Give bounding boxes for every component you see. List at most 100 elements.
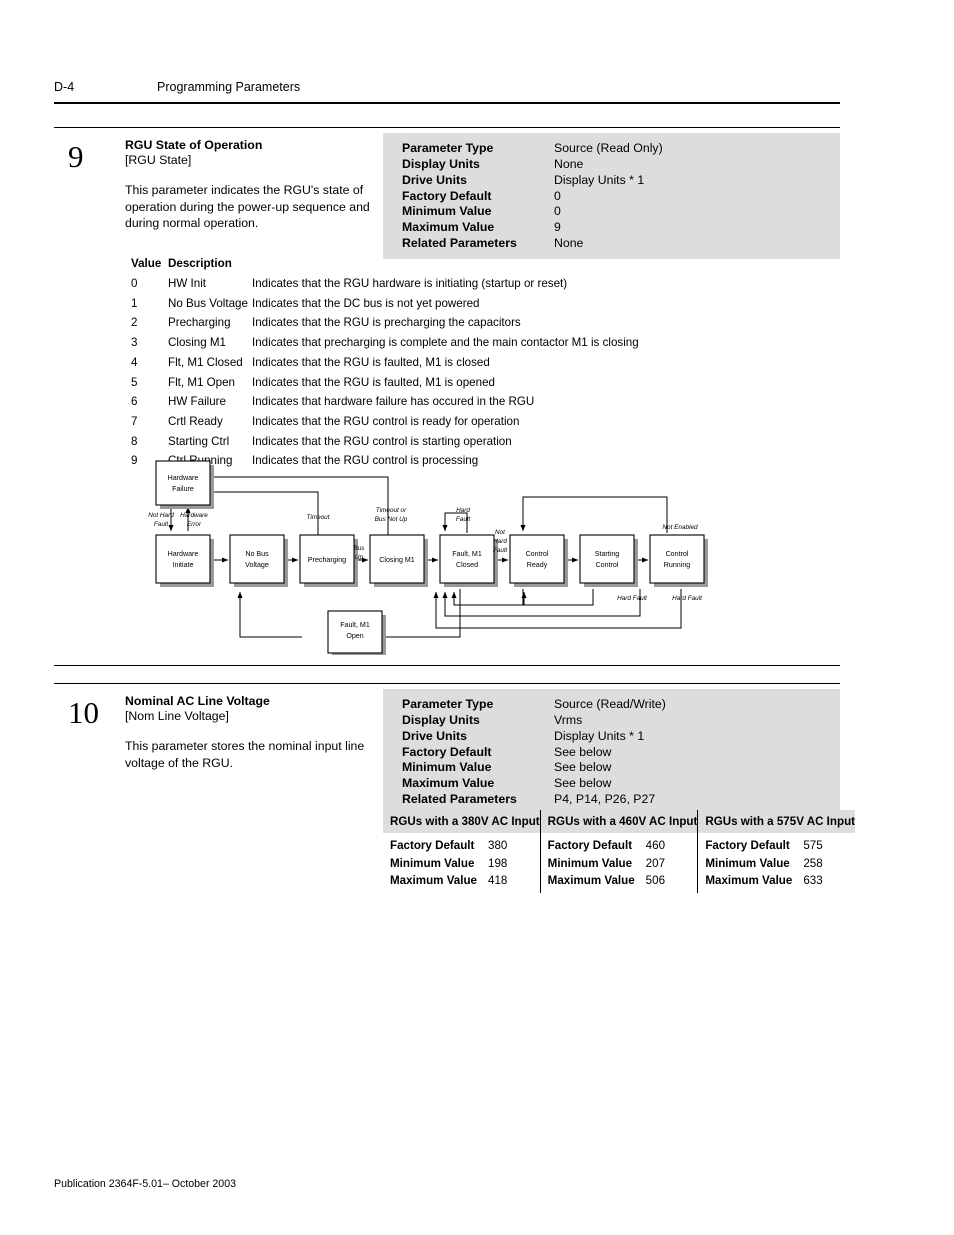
cell-value: 5 xyxy=(131,375,138,389)
parameter-9-spec-box: Parameter Type Source (Read Only) Displa… xyxy=(383,133,840,260)
edge-label-not-hard-fault-2: Not Hard Fault xyxy=(493,529,507,554)
spec-row: Maximum Value 9 xyxy=(383,220,840,236)
voltage-row-value: 207 xyxy=(645,856,666,870)
section-rule-param10 xyxy=(54,683,840,684)
voltage-column-575v: RGUs with a 575V AC Input Factory Defaul… xyxy=(697,810,856,893)
spec-value: See below xyxy=(554,744,612,759)
table-row: 0 HW Init Indicates that the RGU hardwar… xyxy=(131,276,639,296)
svg-text:Closed: Closed xyxy=(456,561,478,569)
cell-name: Flt, M1 Closed xyxy=(168,355,243,369)
voltage-row: Minimum Value 198 xyxy=(383,855,540,873)
state-transition-diagram: Hardware Failure Hardware Initiate No Bu… xyxy=(140,455,710,655)
edge-label-hard-fault-1: Hard Fault xyxy=(456,507,470,523)
cell-description: Indicates that the RGU control is ready … xyxy=(252,414,520,428)
spec-value: 0 xyxy=(554,204,561,219)
cell-description: Indicates that hardware failure has occu… xyxy=(252,395,535,409)
edge-label-hardware-error: Hardware Error xyxy=(180,512,208,528)
cell-value: 3 xyxy=(131,336,138,350)
cell-value: 2 xyxy=(131,316,138,330)
spec-key: Factory Default xyxy=(402,188,492,203)
spec-row: Related Parameters P4, P14, P26, P27 xyxy=(383,792,840,808)
parameter-10-heading: Nominal AC Line Voltage [Nom Line Voltag… xyxy=(125,694,375,771)
svg-text:Timeout or: Timeout or xyxy=(376,507,407,514)
spec-key: Display Units xyxy=(402,712,480,727)
column-header-value: Value xyxy=(131,257,162,270)
svg-text:Bus: Bus xyxy=(353,545,365,552)
edge-label-hard-fault-2: Hard Fault xyxy=(617,595,647,602)
table-row: 2 Precharging Indicates that the RGU is … xyxy=(131,315,639,335)
spec-row: Drive Units Display Units * 1 xyxy=(383,729,840,745)
table-header-row: Value Description xyxy=(131,256,639,276)
cell-description: Indicates that the RGU is faulted, M1 is… xyxy=(252,375,495,389)
edge-startingcontrol-hardfault-to-faultm1closed xyxy=(442,589,641,617)
svg-text:Fault, M1: Fault, M1 xyxy=(452,550,482,558)
svg-text:Hardware: Hardware xyxy=(168,550,199,558)
voltage-row-key: Maximum Value xyxy=(547,874,635,888)
cell-value: 0 xyxy=(131,277,138,291)
svg-text:Fault: Fault xyxy=(456,516,470,523)
spec-key: Maximum Value xyxy=(402,776,495,791)
edge-closingm1-timeout-to-hwfailure xyxy=(184,474,389,535)
spec-value: See below xyxy=(554,776,612,791)
state-node-hardware-failure: Hardware Failure xyxy=(155,460,214,509)
voltage-column-460v: RGUs with a 460V AC Input Factory Defaul… xyxy=(539,810,698,893)
parameter-9-heading: RGU State of Operation [RGU State] This … xyxy=(125,138,375,231)
edge-controlready-hardfault-to-faultm1closed xyxy=(451,589,524,606)
edge-startingcontrol-hardfault-short xyxy=(521,589,594,606)
spec-key: Minimum Value xyxy=(402,760,492,775)
section-rule-mid xyxy=(54,665,840,666)
header-title: Programming Parameters xyxy=(157,80,301,94)
svg-text:Not Enabled: Not Enabled xyxy=(662,524,698,531)
spec-key: Minimum Value xyxy=(402,204,492,219)
table-row: 1 No Bus Voltage Indicates that the DC b… xyxy=(131,296,639,316)
table-row: 5 Flt, M1 Open Indicates that the RGU is… xyxy=(131,375,639,395)
voltage-row-value: 575 xyxy=(803,839,823,852)
edge-controlrunning-to-controlready xyxy=(520,496,668,533)
section-rule-top xyxy=(54,127,840,128)
page-folio: D-4 xyxy=(54,80,75,94)
spec-key: Parameter Type xyxy=(402,141,494,155)
voltage-row: Maximum Value 506 xyxy=(541,872,698,890)
spec-key: Display Units xyxy=(402,156,480,171)
svg-text:No Bus: No Bus xyxy=(245,550,269,558)
header-rule xyxy=(54,102,840,104)
voltage-row-key: Minimum Value xyxy=(547,856,633,870)
svg-text:Hard: Hard xyxy=(493,538,507,545)
page-header: D-4 Programming Parameters xyxy=(54,80,840,104)
edge-label-not-hard-fault-1: Not Hard Fault xyxy=(148,512,174,528)
voltage-row: Factory Default 460 xyxy=(541,837,698,855)
svg-text:Timeout: Timeout xyxy=(306,514,329,521)
voltage-row: Factory Default 380 xyxy=(383,837,540,855)
table-row: 3 Closing M1 Indicates that precharging … xyxy=(131,335,639,355)
edge-faultm1open-to-nobusvoltage xyxy=(237,591,302,638)
table-row: 6 HW Failure Indicates that hardware fai… xyxy=(131,394,639,414)
svg-text:Fault: Fault xyxy=(154,521,168,528)
state-node-fault-m1-closed: Fault, M1 Closed xyxy=(439,534,498,587)
cell-description: Indicates that the RGU control is starti… xyxy=(252,434,512,448)
spec-row: Display Units None xyxy=(383,157,840,173)
spec-value: See below xyxy=(554,760,612,775)
svg-text:Starting: Starting xyxy=(595,550,620,558)
state-node-starting-control: Starting Control xyxy=(579,534,638,587)
document-page: D-4 Programming Parameters 9 RGU State o… xyxy=(0,0,954,1235)
spec-value: Source (Read/Write) xyxy=(554,697,666,711)
spec-value: P4, P14, P26, P27 xyxy=(554,792,656,807)
parameter-9-title: RGU State of Operation xyxy=(125,138,263,152)
svg-text:Not Hard: Not Hard xyxy=(148,512,174,519)
table-row: 7 Crtl Ready Indicates that the RGU cont… xyxy=(131,414,639,434)
state-node-fault-m1-open: Fault, M1 Open xyxy=(327,610,386,655)
svg-text:Open: Open xyxy=(346,632,363,640)
spec-row: Parameter Type Source (Read Only) xyxy=(383,141,840,157)
svg-text:Running: Running xyxy=(664,561,690,569)
voltage-column-header: RGUs with a 380V AC Input xyxy=(383,810,540,833)
edge-label-timeout: Timeout xyxy=(306,514,329,521)
edge-label-timeout-or-bus-not-up: Timeout or Bus Not Up xyxy=(375,507,408,523)
state-node-hardware-initiate: Hardware Initiate xyxy=(155,534,214,587)
parameter-10-short-name: [Nom Line Voltage] xyxy=(125,709,229,724)
svg-text:Failure: Failure xyxy=(172,485,194,493)
cell-name: Flt, M1 Open xyxy=(168,375,236,389)
svg-text:Up: Up xyxy=(355,554,364,561)
spec-value: Display Units * 1 xyxy=(554,172,645,187)
svg-text:Initiate: Initiate xyxy=(173,561,194,569)
spec-row: Minimum Value 0 xyxy=(383,204,840,220)
